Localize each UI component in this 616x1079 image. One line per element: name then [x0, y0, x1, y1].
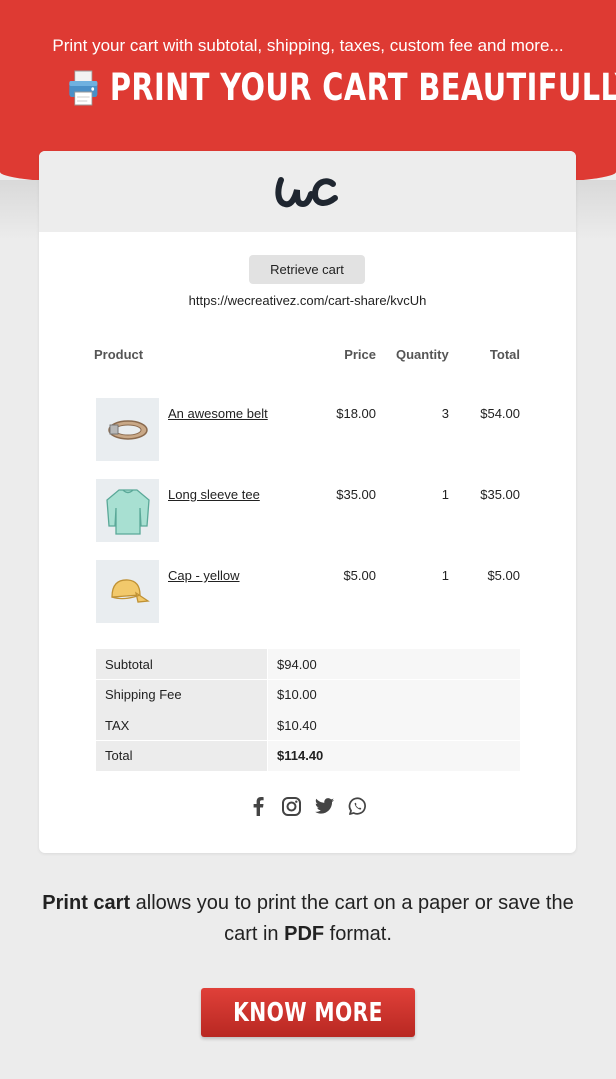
- desc-text-end: format.: [324, 923, 392, 945]
- belt-icon[interactable]: [96, 398, 159, 461]
- facebook-icon[interactable]: [248, 796, 268, 816]
- product-link[interactable]: Cap - yellow: [168, 568, 240, 583]
- item-total: $35.00: [480, 487, 520, 502]
- desc-highlight-pdf: PDF: [284, 923, 325, 945]
- totals-label: Total: [96, 740, 267, 771]
- share-url[interactable]: https://wecreativez.com/cart-share/kvcUh: [39, 293, 576, 308]
- item-quantity: 3: [441, 406, 449, 421]
- logo-icon: [274, 176, 338, 207]
- card-header: [39, 151, 576, 232]
- totals-value: $94.00: [268, 649, 520, 679]
- header-product: Product: [94, 347, 144, 362]
- totals-row-total: Total $114.40: [96, 740, 520, 771]
- totals-row-shipping: Shipping Fee $10.00: [96, 679, 520, 710]
- know-more-label: KNOW MORE: [233, 997, 383, 1028]
- instagram-icon[interactable]: [281, 796, 301, 816]
- item-price: $5.00: [343, 568, 376, 583]
- item-price: $35.00: [336, 487, 376, 502]
- totals-label: Subtotal: [96, 649, 267, 679]
- header-total: Total: [489, 347, 520, 362]
- cap-icon[interactable]: [96, 560, 159, 623]
- desc-highlight-print-cart: Print cart: [42, 892, 131, 914]
- tshirt-icon[interactable]: [96, 479, 159, 542]
- totals-value: $114.40: [268, 740, 520, 771]
- item-quantity: 1: [441, 487, 449, 502]
- printer-icon: [68, 70, 99, 115]
- table-row: An awesome belt $18.00 3 $54.00: [39, 398, 576, 462]
- headline: PRINT YOUR CART BEAUTIFULLY: [68, 66, 616, 115]
- product-link[interactable]: An awesome belt: [168, 406, 268, 421]
- headline-text: PRINT YOUR CART BEAUTIFULLY: [109, 66, 616, 109]
- totals-value: $10.40: [268, 710, 520, 740]
- totals-row-subtotal: Subtotal $94.00: [96, 649, 520, 679]
- item-total: $5.00: [487, 568, 520, 583]
- totals-label: Shipping Fee: [96, 679, 267, 710]
- totals-table: Subtotal $94.00 Shipping Fee $10.00 TAX …: [96, 649, 520, 771]
- product-link[interactable]: Long sleeve tee: [168, 487, 260, 502]
- table-row: Long sleeve tee $35.00 1 $35.00: [39, 479, 576, 543]
- totals-label: TAX: [96, 710, 267, 740]
- twitter-icon[interactable]: [314, 796, 334, 816]
- know-more-button[interactable]: KNOW MORE: [201, 988, 415, 1037]
- whatsapp-icon[interactable]: [347, 796, 367, 816]
- totals-value: $10.00: [268, 679, 520, 710]
- social-links: [39, 796, 576, 816]
- item-total: $54.00: [480, 406, 520, 421]
- item-price: $18.00: [336, 406, 376, 421]
- header-quantity: Quantity: [396, 347, 449, 362]
- retrieve-cart-button[interactable]: Retrieve cart: [249, 255, 365, 284]
- header-price: Price: [344, 347, 376, 362]
- cart-card: Retrieve cart https://wecreativez.com/ca…: [39, 151, 576, 853]
- table-row: Cap - yellow $5.00 1 $5.00: [39, 560, 576, 624]
- totals-row-tax: TAX $10.40: [96, 710, 520, 740]
- feature-description: Print cart allows you to print the cart …: [40, 888, 576, 950]
- item-quantity: 1: [441, 568, 449, 583]
- tagline: Print your cart with subtotal, shipping,…: [52, 36, 564, 55]
